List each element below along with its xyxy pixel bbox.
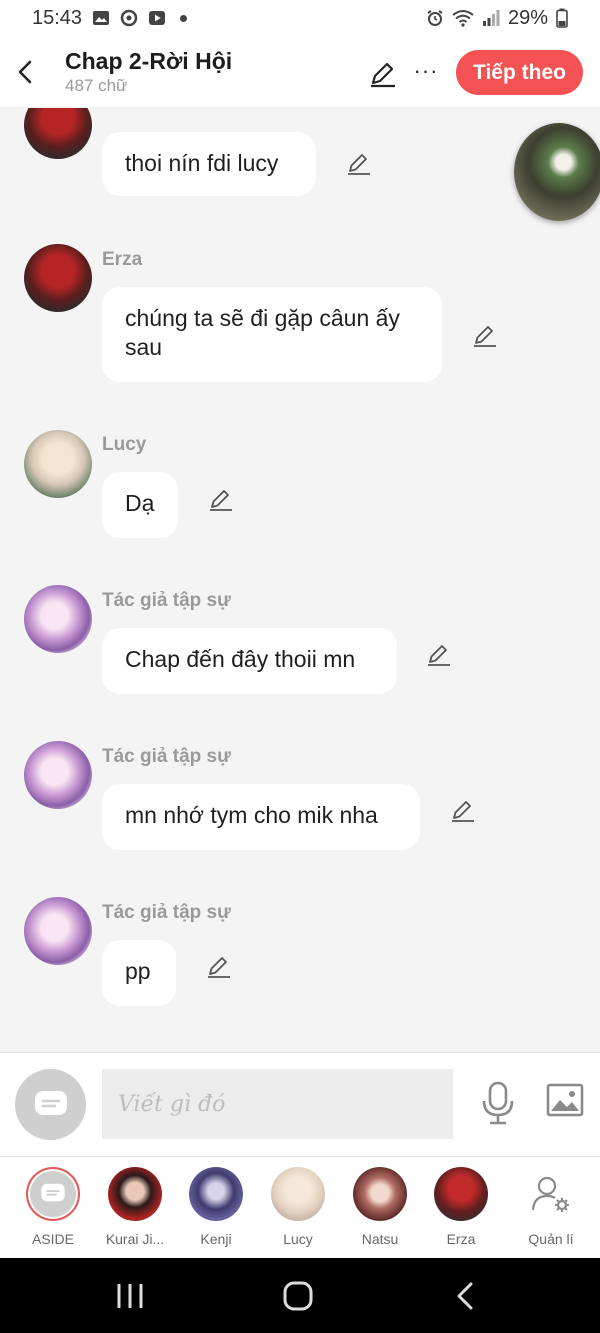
character-natsu[interactable]: Natsu <box>339 1167 421 1253</box>
edit-message-icon[interactable] <box>472 322 498 348</box>
next-chapter-button[interactable]: Tiếp theo <box>456 50 583 95</box>
avatar[interactable] <box>24 741 92 809</box>
character-selector: ASIDE Kurai Ji... Kenji Lucy Natsu Erza … <box>0 1156 600 1258</box>
chat-area[interactable]: thoi nín fdi lucy Erza chúng ta sẽ đi gặ… <box>0 108 600 1052</box>
avatar <box>26 1167 80 1221</box>
edit-message-icon[interactable] <box>426 641 452 667</box>
edit-message-icon[interactable] <box>208 486 234 512</box>
edit-message-icon[interactable] <box>346 150 372 176</box>
chapter-title: Chap 2-Rời Hội <box>65 47 233 74</box>
back-button[interactable] <box>0 36 50 108</box>
back-arrow-icon <box>18 60 32 83</box>
character-lucy[interactable]: Lucy <box>257 1167 339 1253</box>
gallery-notification-icon <box>93 11 110 25</box>
image-upload-icon[interactable] <box>546 1083 584 1119</box>
avatar[interactable] <box>24 244 92 312</box>
chapter-header: Chap 2-Rời Hội 487 chữ ··· Tiếp theo <box>0 36 600 108</box>
character-name: Lucy <box>283 1231 313 1247</box>
message-bubble[interactable]: Dạ <box>102 472 178 538</box>
more-options-button[interactable]: ··· <box>412 56 440 86</box>
sender-name: Erza <box>102 249 143 270</box>
edit-message-icon[interactable] <box>206 953 232 979</box>
sender-name: Tác giả tập sự <box>102 746 231 767</box>
battery-percent: 29% <box>507 6 548 29</box>
alarm-icon <box>427 10 443 26</box>
character-name: Natsu <box>361 1231 399 1247</box>
more-notifications-dot <box>180 14 188 22</box>
character-kurai[interactable]: Kurai Ji... <box>94 1167 176 1253</box>
avatar <box>108 1167 162 1221</box>
message-text: chúng ta sẽ đi gặp câun ấy sau <box>125 305 400 360</box>
status-bar: 15:43 29% <box>0 0 600 36</box>
title-block: Chap 2-Rời Hội 487 chữ <box>65 47 232 97</box>
message-composer <box>0 1052 600 1156</box>
home-icon[interactable] <box>278 1278 318 1314</box>
word-count: 487 chữ <box>65 75 128 95</box>
avatar[interactable] <box>24 430 92 498</box>
edit-message-icon[interactable] <box>450 797 476 823</box>
message-bubble[interactable]: pp <box>102 940 176 1006</box>
status-time: 15:43 <box>32 6 83 29</box>
sync-notification-icon <box>120 9 138 27</box>
recent-apps-icon[interactable] <box>110 1278 150 1314</box>
avatar[interactable] <box>24 108 92 159</box>
message-text: Dạ <box>125 490 155 516</box>
avatar <box>271 1167 325 1221</box>
signal-icon <box>482 10 500 26</box>
character-name: ASIDE <box>31 1231 74 1247</box>
wifi-icon <box>452 10 474 27</box>
message-bubble[interactable]: mn nhớ tym cho mik nha <box>102 784 420 850</box>
battery-icon <box>556 8 568 28</box>
message-input[interactable] <box>102 1069 453 1139</box>
sender-name: Tác giả tập sự <box>102 590 231 611</box>
message-text: mn nhớ tym cho mik nha <box>125 802 378 828</box>
chat-bubble-icon <box>34 1090 67 1115</box>
message-bubble[interactable]: chúng ta sẽ đi gặp câun ấy sau <box>102 287 442 382</box>
manage-characters-icon <box>524 1167 578 1221</box>
message-mode-button[interactable] <box>15 1069 86 1140</box>
message-bubble[interactable]: Chap đến đây thoii mn <box>102 628 397 694</box>
avatar[interactable] <box>24 897 92 965</box>
manage-characters-button[interactable]: Quản lí <box>510 1167 592 1253</box>
character-name: Erza <box>446 1231 476 1247</box>
character-name: Kurai Ji... <box>105 1231 165 1247</box>
avatar[interactable] <box>24 585 92 653</box>
message-bubble[interactable]: thoi nín fdi lucy <box>102 132 316 196</box>
microphone-icon[interactable] <box>478 1081 518 1125</box>
back-nav-icon[interactable] <box>446 1278 486 1314</box>
video-notification-icon <box>149 11 166 25</box>
character-aside[interactable]: ASIDE <box>12 1167 94 1253</box>
edit-chapter-button[interactable] <box>368 58 398 88</box>
message-text: thoi nín fdi lucy <box>125 150 279 176</box>
character-name: Quản lí <box>528 1231 574 1247</box>
avatar <box>353 1167 407 1221</box>
character-erza[interactable]: Erza <box>420 1167 502 1253</box>
character-kenji[interactable]: Kenji <box>175 1167 257 1253</box>
message-text: Chap đến đây thoii mn <box>125 646 356 672</box>
avatar <box>189 1167 243 1221</box>
system-navigation-bar <box>0 1258 600 1333</box>
chat-bubble-icon <box>41 1183 65 1202</box>
floating-video-thumbnail[interactable] <box>514 123 600 221</box>
message-text: pp <box>125 958 151 984</box>
character-name: Kenji <box>200 1231 232 1247</box>
avatar <box>434 1167 488 1221</box>
sender-name: Lucy <box>102 434 147 455</box>
sender-name: Tác giả tập sự <box>102 902 231 923</box>
